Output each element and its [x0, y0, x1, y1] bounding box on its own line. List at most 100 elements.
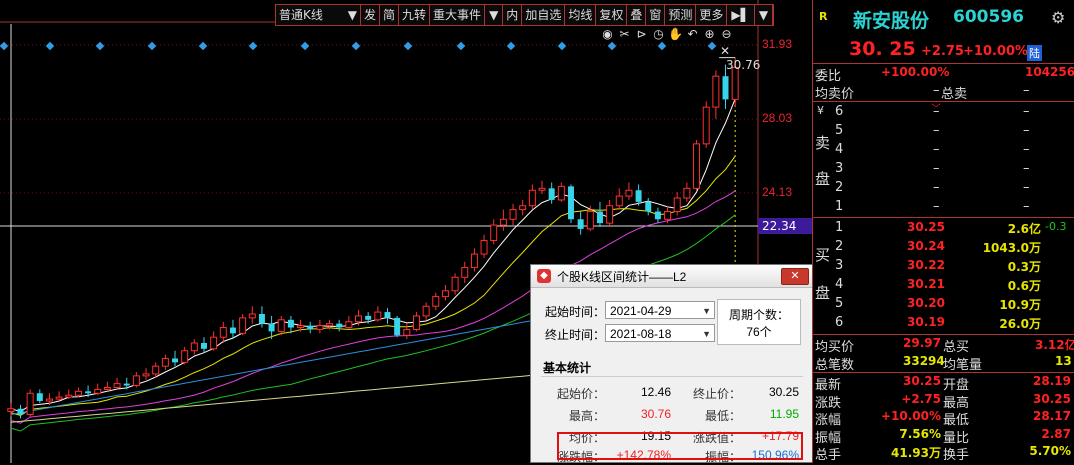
gear-icon[interactable]: ⚙ — [1051, 8, 1065, 27]
candle-body — [567, 186, 574, 220]
toolbar-button-fuquan[interactable]: 复权 — [596, 5, 628, 25]
candle-body — [161, 357, 169, 367]
buy-level-price[interactable]: 30.22 — [907, 258, 945, 272]
event-marker[interactable] — [248, 41, 258, 51]
toolbar-button-more[interactable]: 更多 — [696, 5, 728, 25]
buy-level-volume: 1043.0万 — [982, 241, 1041, 255]
candle-body — [85, 391, 92, 394]
event-marker[interactable] — [300, 41, 310, 51]
buy-level-price[interactable]: 30.25 — [907, 220, 945, 234]
play-next-icon[interactable]: ▶▌ — [727, 5, 755, 25]
candle-body — [412, 315, 420, 330]
sell-level-volume: – — [1023, 142, 1030, 157]
toolbar-button-jian[interactable]: 简 — [380, 5, 400, 25]
buy-level-volume: 26.0万 — [999, 317, 1041, 331]
event-marker[interactable] — [95, 41, 105, 51]
event-marker[interactable] — [506, 41, 516, 51]
toolbar-button-window[interactable]: 窗 — [646, 5, 666, 25]
candle-body — [635, 190, 642, 202]
close-icon[interactable]: ✕ — [720, 44, 730, 58]
kline-type-label: 普通K线 — [279, 8, 323, 22]
sell-level-price[interactable]: – — [933, 199, 940, 214]
event-marker[interactable] — [351, 41, 361, 51]
toolbar-button-nei[interactable]: 内 — [503, 5, 523, 25]
candle-body — [577, 219, 584, 229]
scissors-icon[interactable]: ✂ — [617, 27, 632, 42]
candle-body — [480, 240, 488, 255]
sell-level-volume: – — [1023, 123, 1030, 138]
event-marker[interactable] — [0, 41, 9, 51]
toolbar-button-fa[interactable]: 发 — [361, 5, 381, 25]
event-marker[interactable] — [657, 41, 667, 51]
price-pct: +10.00% — [963, 44, 1029, 59]
event-marker[interactable] — [456, 41, 466, 51]
undo-icon[interactable]: ↶ — [685, 27, 700, 42]
toolbar-dropdown-icon-2[interactable]: ▼ — [755, 5, 774, 25]
clock-icon[interactable]: ◷ — [651, 27, 666, 42]
dialog-titlebar[interactable]: ◆ 个股K线区间统计——L2 — [531, 265, 813, 288]
sell-level-volume: – — [1023, 161, 1030, 176]
candle-body — [394, 317, 401, 336]
toolbar-button-major-events[interactable]: 重大事件 — [430, 5, 486, 25]
sell-level-price[interactable]: – — [933, 104, 940, 119]
play-circle-icon[interactable]: ⊳ — [634, 27, 649, 42]
candle-body — [239, 317, 247, 334]
candle-body — [55, 396, 63, 400]
eye-icon[interactable]: ◉ — [600, 27, 615, 42]
stat-label: 涨跌 — [815, 395, 842, 411]
candle-body — [316, 325, 324, 330]
candle-body — [123, 383, 130, 386]
candle-body — [152, 365, 160, 375]
buy-level-price[interactable]: 30.21 — [907, 277, 945, 291]
toolbar-button-ma[interactable]: 均线 — [565, 5, 597, 25]
zoom-out-icon[interactable]: ⊖ — [719, 27, 734, 42]
buy-level-price[interactable]: 30.24 — [907, 239, 945, 253]
dialog-close-button[interactable]: ✕ — [781, 268, 809, 285]
price-change: +2.75 — [921, 44, 964, 59]
buy-level-number: 4 — [835, 277, 844, 292]
event-marker[interactable] — [147, 41, 157, 51]
candle-body — [557, 185, 565, 201]
end-time-select[interactable]: 2021-08-18 ▼ — [605, 324, 715, 342]
event-marker[interactable] — [198, 41, 208, 51]
stat-label: 总手 — [815, 448, 842, 463]
kline-type-select[interactable]: 普通K线 ▼ — [276, 5, 361, 25]
divider — [813, 334, 1074, 335]
toolbar-button-overlay[interactable]: 叠 — [627, 5, 647, 25]
period-count-value: 76个 — [746, 325, 772, 339]
toolbar-dropdown-icon[interactable]: ▼ — [485, 5, 504, 25]
start-time-select[interactable]: 2021-04-29 ▼ — [605, 301, 715, 319]
toolbar-button-jiuzhuan[interactable]: 九转 — [399, 5, 431, 25]
event-marker[interactable] — [403, 41, 413, 51]
zoom-in-icon[interactable]: ⊕ — [702, 27, 717, 42]
avg-volume-label: 均笔量 — [943, 358, 983, 373]
sell-level-price[interactable]: – — [933, 123, 940, 138]
buy-level-price[interactable]: 30.20 — [907, 296, 945, 310]
weibi-label: 委比 — [815, 69, 842, 84]
toolbar-button-add-watchlist[interactable]: 加自选 — [522, 5, 566, 25]
buy-level-price[interactable]: 30.19 — [907, 315, 945, 329]
candle-body — [113, 383, 121, 388]
candle-body — [345, 321, 353, 329]
buy-level-number: 2 — [835, 239, 844, 254]
candle-body — [45, 398, 53, 402]
start-price-label: 起始价： — [556, 387, 605, 401]
highlight-box — [557, 432, 803, 460]
event-marker[interactable] — [607, 41, 617, 51]
hand-icon[interactable]: ✋ — [668, 27, 683, 42]
sell-level-number: 6 — [835, 104, 844, 119]
candle-body — [26, 392, 34, 416]
stat-value: 28.19 — [1033, 374, 1071, 388]
start-price-value: 12.46 — [640, 385, 671, 399]
candle-body — [17, 408, 24, 415]
candle-body — [470, 253, 478, 269]
toolbar-button-forecast[interactable]: 预测 — [665, 5, 697, 25]
sell-level-price[interactable]: – — [933, 180, 940, 195]
candle-body — [384, 312, 391, 318]
event-marker[interactable] — [557, 41, 567, 51]
event-marker[interactable] — [45, 41, 55, 51]
sell-level-price[interactable]: – — [933, 142, 940, 157]
event-marker[interactable] — [707, 41, 717, 51]
sell-level-price[interactable]: – — [933, 161, 940, 176]
candle-body — [596, 211, 603, 224]
